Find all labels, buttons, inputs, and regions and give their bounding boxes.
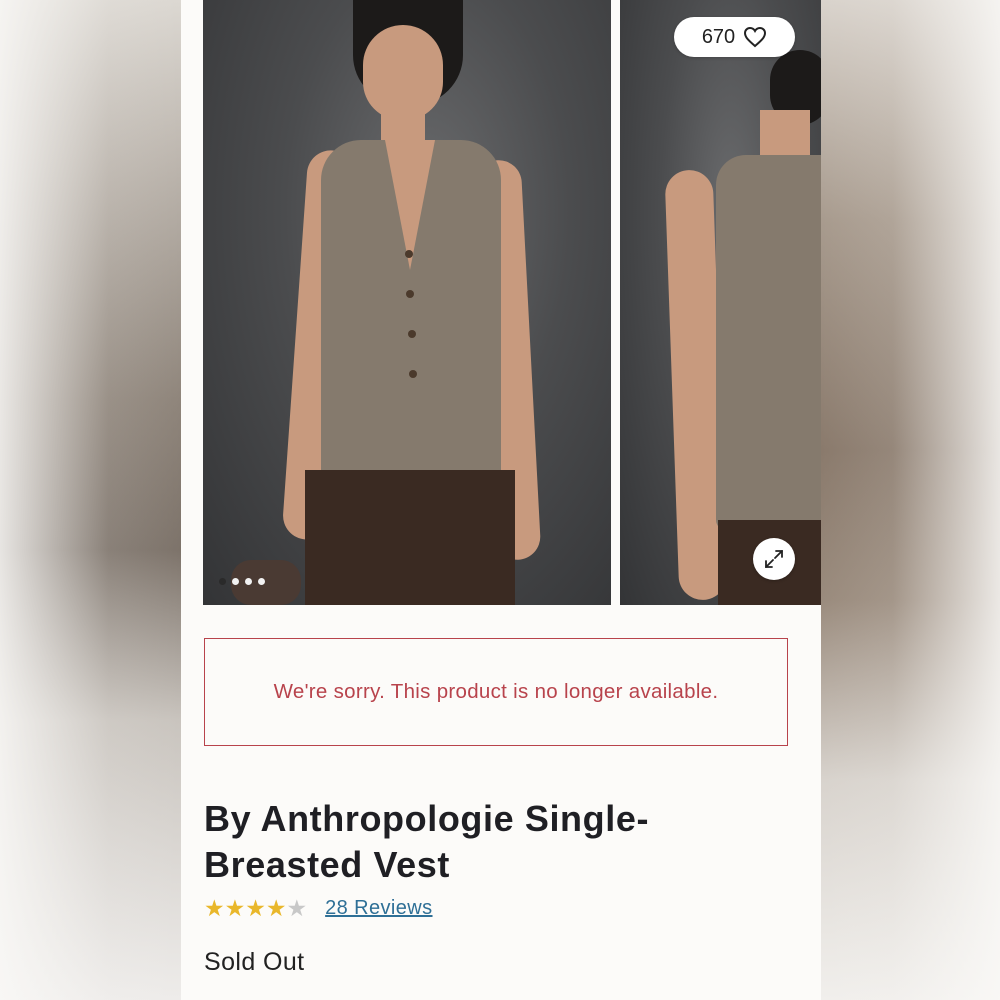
availability-status: Sold Out <box>204 948 305 976</box>
carousel-dot[interactable] <box>245 578 252 585</box>
favorite-button[interactable]: 670 <box>674 17 795 57</box>
likes-count: 670 <box>701 25 736 48</box>
product-image-front[interactable] <box>203 0 611 605</box>
product-image-gallery[interactable]: 670 <box>181 0 821 605</box>
carousel-dot[interactable] <box>258 578 265 585</box>
product-title: By Anthropologie Single-Breasted Vest <box>204 798 650 885</box>
star-empty-icon: ★ <box>286 895 308 921</box>
product-page: 670 We're sorry. This product is no long… <box>181 0 821 1000</box>
rating-stars: ★ ★ ★ ★ ★ <box>204 894 307 922</box>
star-icon: ★ <box>204 895 225 921</box>
heart-icon <box>744 26 767 48</box>
carousel-dot[interactable] <box>219 578 226 585</box>
product-image-back[interactable] <box>620 0 821 605</box>
carousel-dot[interactable] <box>232 578 239 585</box>
star-icon: ★ <box>245 895 266 921</box>
expand-icon <box>765 550 783 568</box>
blurred-backdrop-right <box>821 0 1000 1000</box>
expand-image-button[interactable] <box>753 538 795 580</box>
carousel-indicators[interactable] <box>219 578 265 585</box>
blurred-backdrop-left <box>0 0 181 1000</box>
notice-message: We're sorry. This product is no longer a… <box>273 680 719 703</box>
star-icon: ★ <box>265 895 287 921</box>
product-rating: ★ ★ ★ ★ ★ 28 Reviews <box>204 894 433 922</box>
reviews-link[interactable]: 28 Reviews <box>325 897 432 920</box>
star-icon: ★ <box>224 895 246 921</box>
unavailable-notice: We're sorry. This product is no longer a… <box>204 638 788 746</box>
